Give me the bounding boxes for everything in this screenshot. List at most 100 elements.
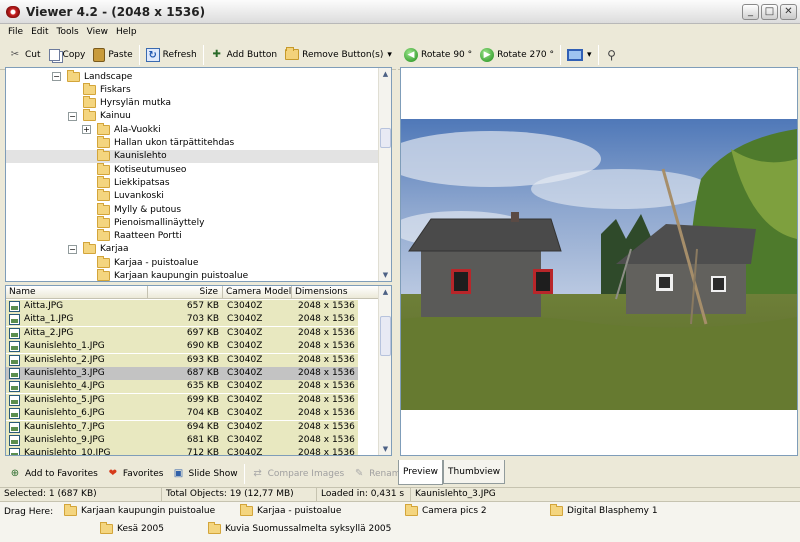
collapse-icon[interactable]: − bbox=[68, 244, 77, 254]
folder-icon bbox=[64, 504, 77, 516]
column-camera-model[interactable]: Camera Model bbox=[223, 286, 292, 299]
scroll-up-icon[interactable]: ▲ bbox=[380, 68, 391, 80]
maximize-button[interactable]: □ bbox=[761, 4, 778, 20]
tree-item[interactable]: Raatteen Portti bbox=[6, 229, 379, 243]
scroll-down-icon[interactable]: ▼ bbox=[380, 269, 391, 281]
column-name[interactable]: Name bbox=[6, 286, 148, 299]
scroll-thumb[interactable] bbox=[380, 316, 391, 356]
expand-icon[interactable]: + bbox=[82, 125, 91, 135]
drag-folder[interactable]: Kesä 2005 bbox=[100, 522, 164, 534]
tree-item[interactable]: Liekkipatsas bbox=[6, 175, 379, 189]
drag-folder[interactable]: Karjaa - puistoalue bbox=[240, 504, 342, 516]
add-button-button[interactable]: ✚ Add Button bbox=[206, 44, 281, 66]
zoom-button[interactable]: ⚲ bbox=[601, 44, 626, 66]
drag-folder[interactable]: Digital Blasphemy 1 bbox=[550, 504, 658, 516]
compare-images-button[interactable]: ⇄ Compare Images bbox=[247, 463, 349, 485]
drag-folder-label: Karjaa - puistoalue bbox=[257, 506, 342, 516]
menu-help[interactable]: Help bbox=[112, 27, 141, 37]
file-name-cell: Kaunislehto_10.JPG bbox=[6, 447, 148, 456]
tree-item[interactable]: Hyrsylän mutka bbox=[6, 96, 379, 110]
tree-item[interactable]: Karjaa - puistoalue bbox=[6, 255, 379, 269]
tree-item[interactable]: − Landscape bbox=[6, 69, 379, 83]
folder-icon bbox=[97, 255, 110, 268]
display-mode-button[interactable]: ▾ bbox=[563, 44, 596, 66]
tree-item[interactable]: Kotiseutumuseo bbox=[6, 162, 379, 176]
title-bar[interactable]: Viewer 4.2 - (2048 x 1536) _ □ ✕ bbox=[0, 0, 800, 24]
file-row[interactable]: Kaunislehto_9.JPG 681 KB C3040Z 2048 x 1536 bbox=[6, 434, 380, 447]
file-row[interactable]: Kaunislehto_4.JPG 635 KB C3040Z 2048 x 1536 bbox=[6, 380, 380, 394]
scroll-down-icon[interactable]: ▼ bbox=[380, 443, 391, 455]
drag-folder[interactable]: Kuvia Suomussalmelta syksyllä 2005 bbox=[208, 522, 392, 534]
file-row[interactable]: Kaunislehto_3.JPG 687 KB C3040Z 2048 x 1536 bbox=[6, 367, 380, 380]
list-scrollbar[interactable]: ▲ ▼ bbox=[378, 286, 391, 455]
tree-item[interactable]: Fiskars bbox=[6, 82, 379, 96]
drag-folder[interactable]: Camera pics 2 bbox=[405, 504, 487, 516]
tree-item[interactable]: Karjaan kaupungin puistoalue bbox=[6, 269, 379, 281]
window-controls: _ □ ✕ bbox=[742, 4, 797, 20]
drag-folder-label: Digital Blasphemy 1 bbox=[567, 506, 658, 516]
tree-scrollbar[interactable]: ▲ ▼ bbox=[378, 68, 391, 281]
drag-here-bar[interactable]: Drag Here: Karjaan kaupungin puistoalue … bbox=[0, 501, 800, 542]
tree-item-label: Landscape bbox=[84, 71, 133, 82]
tab-preview[interactable]: Preview bbox=[398, 460, 444, 485]
chevron-down-icon[interactable]: ▾ bbox=[587, 50, 592, 60]
favorites-button[interactable]: ❤ Favorites bbox=[102, 463, 168, 485]
file-row[interactable]: Kaunislehto_10.JPG 712 KB C3040Z 2048 x 153… bbox=[6, 447, 380, 456]
cut-button[interactable]: ✂ Cut bbox=[4, 44, 45, 66]
file-row[interactable]: Kaunislehto_1.JPG 690 KB C3040Z 2048 x 1536 bbox=[6, 340, 380, 354]
drag-folder[interactable]: Karjaan kaupungin puistoalue bbox=[64, 504, 215, 516]
jpg-file-icon bbox=[9, 435, 20, 446]
chevron-down-icon[interactable]: ▾ bbox=[387, 50, 392, 60]
minimize-button[interactable]: _ bbox=[742, 4, 759, 20]
menu-tools[interactable]: Tools bbox=[53, 27, 83, 37]
rotate-270-button[interactable]: ▶ Rotate 270 ° bbox=[476, 44, 558, 66]
file-name: Kaunislehto_10.JPG bbox=[24, 448, 111, 456]
file-list[interactable]: Name Size Camera Model Dimensions Aitta.… bbox=[5, 285, 392, 456]
folder-icon bbox=[83, 96, 96, 109]
drag-folder-label: Kuvia Suomussalmelta syksyllä 2005 bbox=[225, 524, 392, 534]
file-size-cell: 703 KB bbox=[148, 313, 223, 327]
tree-item[interactable]: Mylly & putous bbox=[6, 202, 379, 216]
tree-item[interactable]: Hallan ukon tärpättitehdas bbox=[6, 136, 379, 150]
file-row[interactable]: Aitta_2.JPG 697 KB C3040Z 2048 x 1536 bbox=[6, 326, 380, 340]
scroll-thumb[interactable] bbox=[380, 128, 391, 148]
close-button[interactable]: ✕ bbox=[780, 4, 797, 20]
tab-thumbview[interactable]: Thumbview bbox=[443, 460, 506, 484]
file-row[interactable]: Kaunislehto_5.JPG 699 KB C3040Z 2048 x 1536 bbox=[6, 393, 380, 407]
file-row[interactable]: Kaunislehto_7.JPG 694 KB C3040Z 2048 x 1536 bbox=[6, 420, 380, 434]
remove-buttons-button[interactable]: Remove Button(s) ▾ bbox=[281, 44, 396, 66]
file-row[interactable]: Aitta_1.JPG 703 KB C3040Z 2048 x 1536 bbox=[6, 313, 380, 327]
tree-item[interactable]: Luvankoski bbox=[6, 189, 379, 203]
tree-item[interactable]: Pienoismallinäyttely bbox=[6, 215, 379, 229]
collapse-icon[interactable]: − bbox=[68, 111, 77, 121]
jpg-file-icon bbox=[9, 421, 20, 433]
image-preview[interactable] bbox=[400, 67, 798, 456]
collapse-icon[interactable]: − bbox=[52, 72, 61, 81]
slide-show-button[interactable]: ▣ Slide Show bbox=[168, 463, 242, 485]
toolbar-separator bbox=[202, 44, 204, 65]
tree-item[interactable]: Kaunislehto bbox=[6, 149, 379, 163]
folder-icon bbox=[550, 504, 563, 516]
tree-item[interactable]: − Kainuu bbox=[6, 109, 379, 123]
rotate-90-button[interactable]: ◀ Rotate 90 ° bbox=[400, 44, 476, 66]
menu-edit[interactable]: Edit bbox=[27, 27, 52, 37]
file-row[interactable]: Kaunislehto_2.JPG 693 KB C3040Z 2048 x 1536 bbox=[6, 353, 380, 367]
jpg-file-icon bbox=[9, 448, 20, 455]
column-dimensions[interactable]: Dimensions bbox=[292, 286, 380, 299]
folder-icon bbox=[285, 47, 300, 60]
file-name: Kaunislehto_9.JPG bbox=[24, 435, 105, 445]
menu-file[interactable]: File bbox=[4, 27, 27, 37]
file-row[interactable]: Aitta.JPG 657 KB C3040Z 2048 x 1536 bbox=[6, 300, 380, 313]
refresh-button[interactable]: ↻ Refresh bbox=[142, 44, 201, 66]
copy-button[interactable]: Copy bbox=[45, 44, 90, 66]
tree-item[interactable]: − Karjaa bbox=[6, 242, 379, 256]
paste-button[interactable]: Paste bbox=[89, 44, 136, 66]
menu-view[interactable]: View bbox=[83, 27, 112, 37]
folder-tree[interactable]: − Landscape Fiskars Hyrsylän mutka − Kainuu + A… bbox=[5, 67, 392, 282]
tree-item[interactable]: + Ala-Vuokki bbox=[6, 122, 379, 136]
file-row[interactable]: Kaunislehto_6.JPG 704 KB C3040Z 2048 x 1536 bbox=[6, 407, 380, 421]
column-size[interactable]: Size bbox=[148, 286, 223, 299]
dimensions-cell: 2048 x 1536 bbox=[292, 367, 358, 380]
add-to-favorites-button[interactable]: ⊕ Add to Favorites bbox=[4, 463, 102, 485]
scroll-up-icon[interactable]: ▲ bbox=[380, 286, 391, 298]
